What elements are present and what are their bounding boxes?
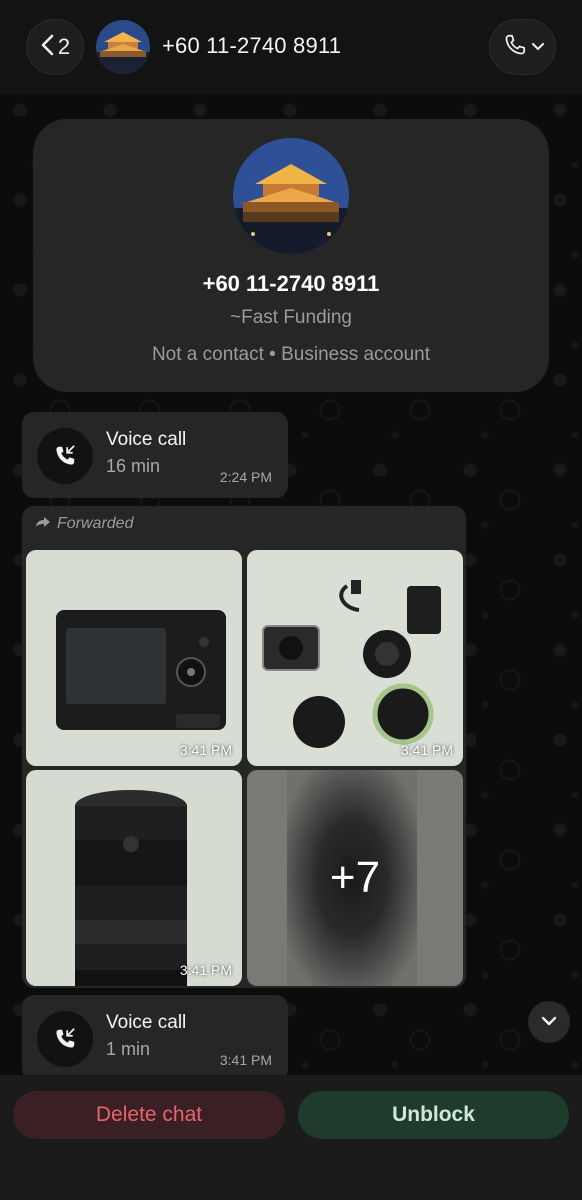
photo-time: 3:41 PM (179, 742, 232, 758)
incoming-call-icon (37, 1011, 93, 1067)
delete-chat-button[interactable]: Delete chat (13, 1091, 285, 1139)
contact-avatar[interactable] (233, 138, 349, 254)
album-photo[interactable]: 3:41 PM (26, 770, 242, 986)
forwarded-text: Forwarded (57, 515, 134, 532)
call-button[interactable] (489, 19, 556, 75)
forward-arrow-icon (35, 515, 51, 533)
scroll-to-bottom-button[interactable] (528, 1001, 570, 1043)
forwarded-label: Forwarded (35, 515, 133, 533)
photo-time: 3:41 PM (179, 962, 232, 978)
contact-status: Not a contact • Business account (151, 344, 431, 365)
chevron-down-icon (531, 38, 544, 56)
contact-alias: ~Fast Funding (230, 307, 352, 328)
album-photo[interactable]: 3:41 PM (247, 550, 463, 766)
chevron-down-icon (541, 1013, 557, 1031)
call-duration: 1 min (106, 1039, 151, 1059)
more-photos-count: +7 (329, 853, 381, 902)
chat-title[interactable]: +60 11-2740 8911 (162, 33, 341, 59)
call-duration: 16 min (106, 456, 161, 476)
unblock-button[interactable]: Unblock (298, 1091, 569, 1139)
message-time: 2:24 PM (219, 469, 272, 485)
chevron-left-icon (40, 34, 54, 61)
message-time: 3:41 PM (219, 1052, 272, 1068)
album-photo[interactable]: 3:41 PM (26, 550, 242, 766)
album-more-photos[interactable]: +7 (247, 770, 463, 986)
voice-call-message[interactable]: Voice call 1 min 3:41 PM (22, 995, 288, 1081)
phone-icon (502, 32, 528, 63)
back-button[interactable]: 2 (26, 19, 84, 75)
incoming-call-icon (37, 428, 93, 484)
call-title: Voice call (106, 429, 187, 450)
voice-call-message[interactable]: Voice call 16 min 2:24 PM (22, 412, 288, 498)
photo-time: 3:41 PM (400, 742, 453, 758)
chat-header: 2 +60 11-2740 8911 (0, 0, 582, 95)
unread-count: 2 (57, 34, 71, 59)
contact-info-card: +60 11-2740 8911 ~Fast Funding Not a con… (33, 119, 549, 392)
contact-name: +60 11-2740 8911 (202, 271, 380, 296)
avatar[interactable] (96, 20, 150, 74)
blocked-actions-bar: Delete chat Unblock (0, 1075, 582, 1200)
forwarded-album-message[interactable]: Forwarded 3:41 PM 3:41 PM 3:41 PM +7 (22, 506, 466, 988)
call-title: Voice call (106, 1012, 187, 1033)
